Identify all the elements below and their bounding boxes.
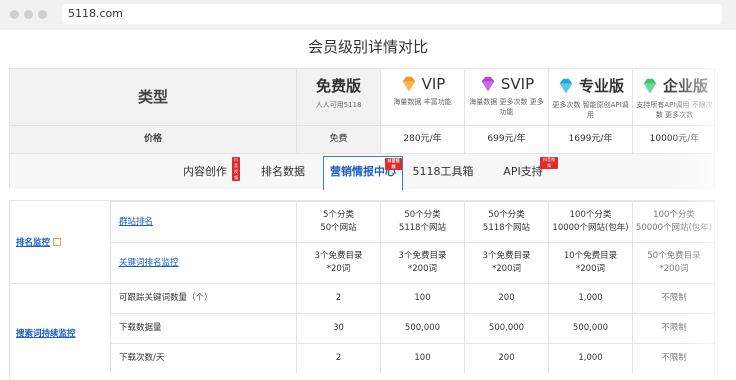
cell-enterprise: 不限制 (632, 284, 715, 313)
tab-5118-toolbox[interactable]: 5118工具箱 (408, 154, 478, 190)
cell-vip: 50个分类 5118个网站 (380, 202, 464, 242)
price-enterprise: 10000元/年 (632, 126, 716, 153)
plan-desc-free: 人人可用5118 (315, 101, 362, 109)
row-label[interactable]: 群站排名 (119, 216, 153, 229)
plan-name-svip: SVIP (500, 75, 535, 93)
green-diamond-icon (643, 78, 657, 93)
table-row: 群站排名 5个分类 50个网站 50个分类 5118个网站 50个分类 5118… (110, 201, 715, 242)
window-maximize-dot[interactable] (38, 10, 47, 19)
table-row: 下载次数/天 2 100 200 1,000 不限制 (110, 343, 715, 373)
table-row: 关键词排名监控 3个免费目录 *20词 3个免费目录 *200词 3个免费目录 … (110, 242, 715, 283)
plan-pro[interactable]: 专业版 更多次数 智能原创API调用 (548, 69, 632, 125)
feature-tabs: 内容创作 抖音视频 排名数据 营销情报中心 抖音视频 5118工具箱 API支持… (10, 153, 714, 190)
orange-diamond-icon (402, 76, 415, 92)
tab-badge: 抖音视频 (540, 157, 558, 169)
plan-svip[interactable]: SVIP 海量数据 更多次数 更多功能 (464, 69, 548, 125)
plan-free[interactable]: 免费版 人人可用5118 (296, 69, 380, 125)
cell-svip: 200 (464, 284, 548, 313)
plan-desc-svip: 海量数据 更多次数 更多功能 (469, 98, 544, 116)
cell-free: 3个免费目录 *20词 (296, 243, 380, 283)
window-close-dot[interactable] (10, 10, 19, 19)
browser-toolbar: 5118.com (0, 0, 736, 30)
row-label: 下载次数/天 (110, 344, 296, 373)
cell-enterprise: 不限制 (632, 314, 715, 343)
cell-svip: 50个分类 5118个网站 (464, 202, 548, 242)
page-title: 会员级别详情对比 (307, 38, 428, 56)
feature-table: 排名监控 搜索词持续监控 群站排名 5个分类 50个网站 50个分类 5118个… (9, 200, 715, 380)
tab-label: 排名数据 (261, 165, 305, 178)
price-pro: 1699元/年 (548, 126, 632, 153)
category-label: 排名监控 (16, 238, 51, 248)
plan-desc-enterprise: 支持所有API调用 不限次数 更多次数 (636, 101, 713, 119)
plan-name-pro: 专业版 (578, 77, 624, 95)
price-label: 价格 (10, 126, 296, 153)
cell-free: 30 (296, 314, 380, 343)
tab-api-support[interactable]: API支持 抖音视频 (488, 154, 558, 190)
plan-names-row: 类型 免费版 人人可用5118 VIP 海量数据 丰富功能 SVIP 海量数据 … (10, 69, 714, 125)
blue-diamond-icon (559, 78, 573, 93)
tab-marketing-intel[interactable]: 营销情报中心 抖音视频 (323, 156, 403, 190)
tab-badge: 抖音视频 (232, 157, 240, 181)
plan-name-free: 免费版 (315, 77, 361, 95)
plan-name-vip: VIP (421, 75, 446, 93)
plan-vip[interactable]: VIP 海量数据 丰富功能 (380, 69, 464, 125)
tab-ranking-data[interactable]: 排名数据 (248, 154, 318, 190)
price-free: 免费 (296, 126, 380, 153)
row-label[interactable]: 关键词排名监控 (119, 257, 179, 270)
category-search-monitor[interactable]: 搜索词持续监控 (10, 283, 110, 380)
cell-svip: 3个免费目录 *200词 (464, 243, 548, 283)
plan-comparison-header: 类型 免费版 人人可用5118 VIP 海量数据 丰富功能 SVIP 海量数据 … (9, 68, 715, 190)
cell-pro: 10个免费目录 *200词 (548, 243, 632, 283)
tab-badge: 抖音视频 (385, 158, 402, 170)
row-label: 可跟踪关键词数量（个） (110, 284, 296, 313)
cell-enterprise: 50个免费目录 *200词 (632, 243, 715, 283)
tab-label: 5118工具箱 (412, 165, 474, 178)
cell-vip: 500,000 (380, 314, 464, 343)
cell-free: 2 (296, 344, 380, 373)
category-rank-monitor[interactable]: 排名监控 (10, 201, 110, 283)
cell-vip: 3个免费目录 *200词 (380, 243, 464, 283)
tab-content-creation[interactable]: 内容创作 抖音视频 (170, 154, 240, 190)
cell-vip: 100 (380, 284, 464, 313)
cell-vip: 100 (380, 344, 464, 373)
cell-pro: 100个分类 10000个网站(包年) (548, 202, 632, 242)
cell-svip: 200 (464, 344, 548, 373)
cell-pro: 1,000 (548, 344, 632, 373)
price-row: 价格 免费 280元/年 699元/年 1699元/年 10000元/年 (10, 125, 714, 153)
row-label: 下载数据量 (110, 314, 296, 343)
table-row: 下载数据量 30 500,000 500,000 500,000 不限制 (110, 313, 715, 343)
price-svip: 699元/年 (464, 126, 548, 153)
address-bar[interactable]: 5118.com (62, 4, 722, 24)
type-label: 类型 (137, 88, 168, 106)
plan-desc-vip: 海量数据 丰富功能 (393, 98, 452, 106)
price-vip: 280元/年 (380, 126, 464, 153)
cell-free: 5个分类 50个网站 (296, 202, 380, 242)
purple-diamond-icon (481, 76, 495, 92)
tab-label: API支持 (503, 165, 543, 178)
cell-enterprise: 100个分类 50000个网站(包年) (632, 202, 715, 242)
cell-pro: 500,000 (548, 314, 632, 343)
note-icon (53, 238, 62, 246)
cell-svip: 500,000 (464, 314, 548, 343)
plan-name-enterprise: 企业版 (662, 77, 708, 95)
tab-label: 内容创作 (183, 165, 227, 178)
plan-desc-pro: 更多次数 智能原创API调用 (552, 101, 629, 119)
window-minimize-dot[interactable] (24, 10, 33, 19)
table-row: 可跟踪关键词数量（个） 2 100 200 1,000 不限制 (110, 283, 715, 313)
plan-enterprise[interactable]: 企业版 支持所有API调用 不限次数 更多次数 (632, 69, 716, 125)
cell-free: 2 (296, 284, 380, 313)
type-cell: 类型 (10, 69, 296, 125)
cell-pro: 1,000 (548, 284, 632, 313)
cell-enterprise: 不限制 (632, 344, 715, 373)
category-label: 搜索词持续监控 (16, 328, 76, 339)
